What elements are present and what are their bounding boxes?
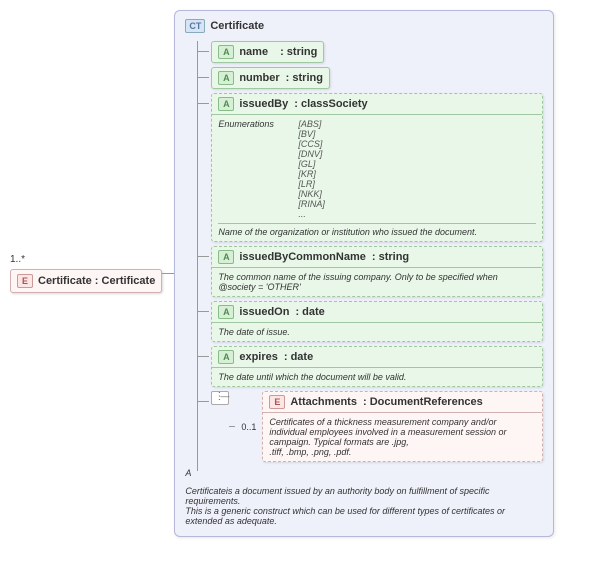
- element-badge-icon: E: [269, 395, 285, 409]
- root-element-type: : Certificate: [95, 275, 156, 287]
- complextype-badge-icon: CT: [185, 19, 205, 33]
- attr-name-type: : string: [280, 46, 317, 58]
- attribute-badge-icon: A: [218, 45, 234, 59]
- attr-ibcn-type: : string: [372, 251, 409, 263]
- complex-type-name: Certificate: [210, 20, 264, 32]
- attachments-type: : DocumentReferences: [363, 396, 483, 408]
- attr-issuedon-desc: The date of issue.: [212, 323, 542, 341]
- element-badge-icon: E: [17, 274, 33, 288]
- annotation-marker: A: [185, 468, 543, 478]
- attr-issuedby-type: : classSociety: [294, 98, 367, 110]
- attr-issuedon-label: issuedOn: [239, 306, 289, 318]
- attr-issuedby-desc: Name of the organization or institution …: [218, 223, 536, 237]
- diagram-root: 1..* E Certificate : Certificate CT Cert…: [10, 10, 583, 537]
- attachments-cardinality: 0..1: [241, 422, 256, 432]
- attribute-number: A number : string: [211, 67, 330, 89]
- complex-type-certificate: CT Certificate A name : string A number …: [174, 10, 554, 537]
- attr-name-label: name: [239, 46, 268, 58]
- complex-type-annotation: Certificateis a document issued by an au…: [185, 486, 543, 526]
- attr-expires-label: expires: [239, 351, 278, 363]
- attribute-issuedby: A issuedBy : classSociety Enumerations […: [211, 93, 543, 242]
- attribute-badge-icon: A: [218, 250, 234, 264]
- attribute-badge-icon: A: [218, 71, 234, 85]
- complex-type-header: CT Certificate: [185, 19, 543, 33]
- enum-values: [ABS] [BV] [CCS] [DNV] [GL] [KR] [LR] [N…: [298, 119, 325, 219]
- attr-issuedon-type: : date: [295, 306, 324, 318]
- attribute-issuedon: A issuedOn : date The date of issue.: [211, 301, 543, 342]
- connector-line: [162, 273, 174, 274]
- attr-ibcn-label: issuedByCommonName: [239, 251, 366, 263]
- attribute-name: A name : string: [211, 41, 324, 63]
- root-element-name: Certificate: [38, 275, 92, 287]
- root-cardinality: 1..*: [10, 254, 25, 265]
- attr-expires-type: : date: [284, 351, 313, 363]
- attr-number-label: number: [239, 72, 279, 84]
- root-element-certificate: E Certificate : Certificate: [10, 269, 162, 293]
- enum-label: Enumerations: [218, 119, 298, 219]
- sequence-icon: [211, 391, 229, 405]
- attribute-expires: A expires : date The date until which th…: [211, 346, 543, 387]
- attr-number-type: : string: [286, 72, 323, 84]
- connector-line: [229, 426, 235, 427]
- attribute-badge-icon: A: [218, 350, 234, 364]
- element-attachments: E Attachments : DocumentReferences Certi…: [262, 391, 543, 462]
- attribute-badge-icon: A: [218, 97, 234, 111]
- attr-issuedby-label: issuedBy: [239, 98, 288, 110]
- attr-ibcn-desc: The common name of the issuing company. …: [212, 268, 542, 296]
- attachments-desc: Certificates of a thickness measurement …: [263, 413, 542, 461]
- attribute-issuedbycommonname: A issuedByCommonName : string The common…: [211, 246, 543, 297]
- attribute-badge-icon: A: [218, 305, 234, 319]
- attachments-name: Attachments: [290, 396, 357, 408]
- attr-expires-desc: The date until which the document will b…: [212, 368, 542, 386]
